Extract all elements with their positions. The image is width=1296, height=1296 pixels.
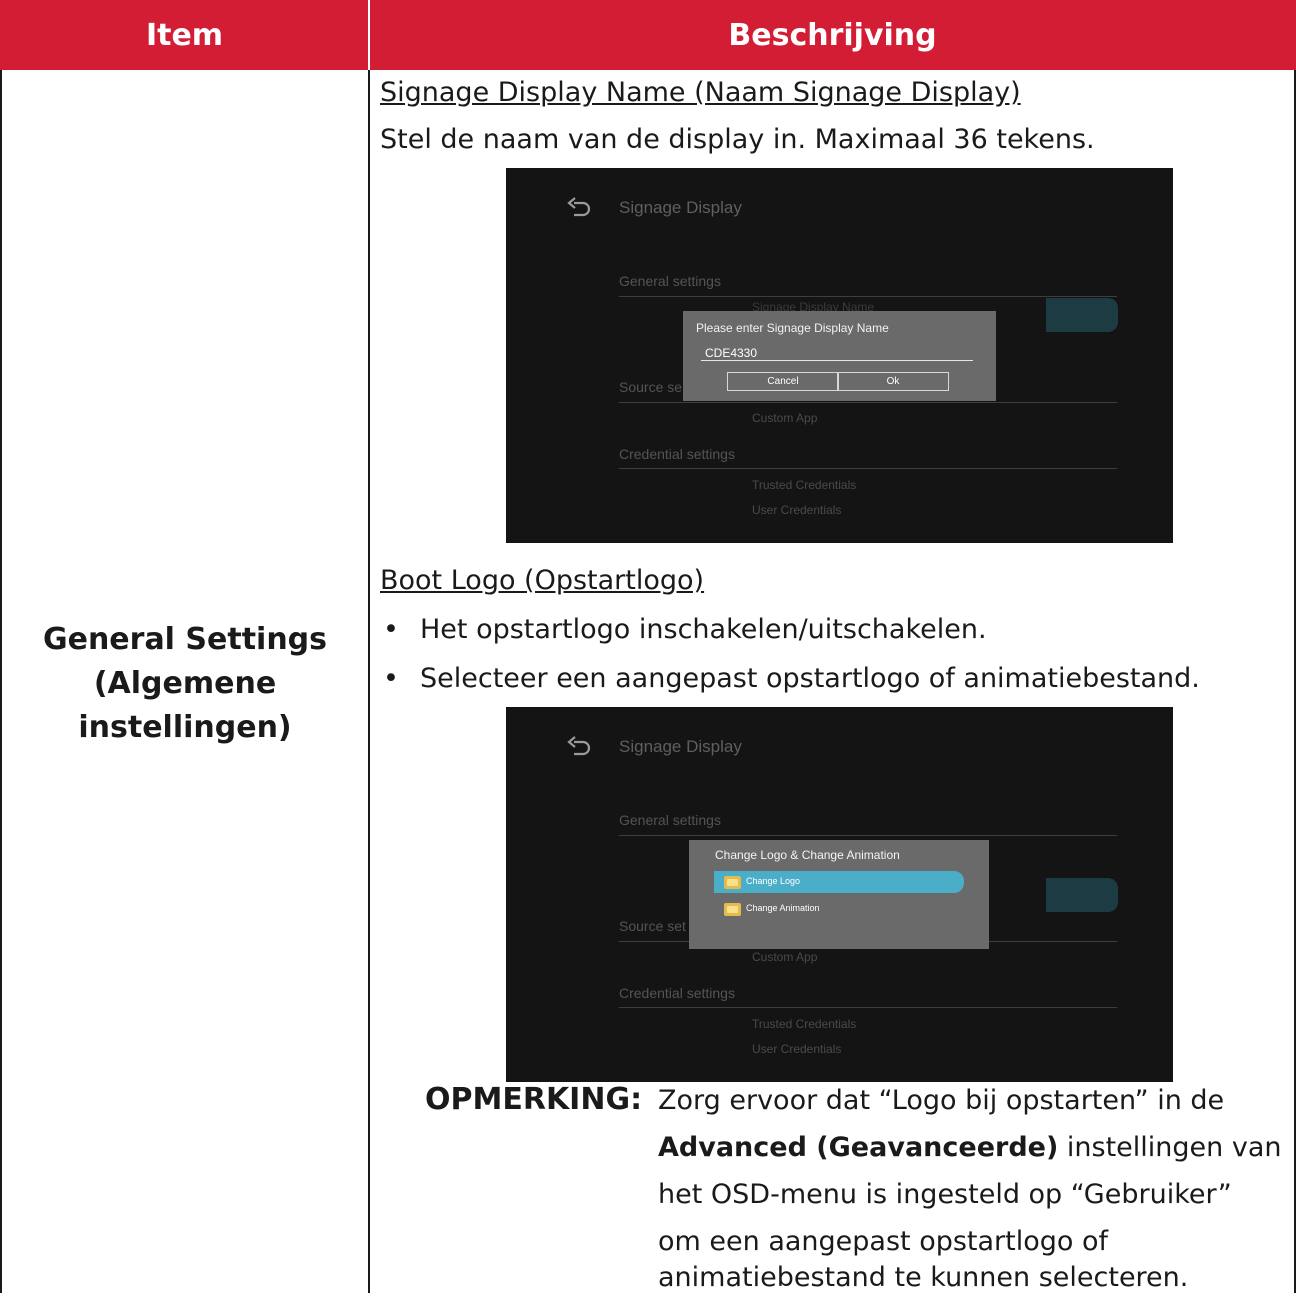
section-general-settings: General settings [619, 273, 721, 289]
section-text-display-name: Stel de naam van de display in. Maximaal… [380, 124, 1095, 155]
row-item-label: General Settings (Algemene instellingen) [2, 618, 368, 750]
ok-button[interactable]: Ok [837, 372, 949, 391]
change-logo-dialog: Change Logo & Change Animation Change Lo… [689, 840, 989, 949]
selected-item-highlight [1046, 298, 1118, 332]
divider [619, 1007, 1117, 1008]
row-item-line: (Algemene [93, 666, 277, 701]
dialog-title: Change Logo & Change Animation [715, 848, 900, 862]
name-entry-dialog: Please enter Signage Display Name CDE433… [683, 311, 996, 401]
section-heading-boot-logo: Boot Logo (Opstartlogo) [380, 565, 705, 596]
option-change-logo[interactable]: Change Logo [714, 871, 964, 893]
menu-item-custom-app: Custom App [752, 950, 818, 964]
selected-item-highlight [1046, 878, 1118, 912]
column-header-item: Item [145, 18, 224, 53]
note-line: om een aangepast opstartlogo of [658, 1226, 1109, 1257]
folder-icon [724, 876, 741, 889]
note-line: Advanced (Geavanceerde) instellingen van [658, 1130, 1281, 1166]
note-line: het OSD-menu is ingesteld op “Gebruiker” [658, 1179, 1232, 1210]
divider [619, 835, 1117, 836]
back-arrow-icon [567, 197, 591, 217]
section-source-settings: Source set [619, 918, 686, 934]
note-text: instellingen van [1058, 1132, 1282, 1163]
screenshot-boot-logo-dialog: Signage Display General settings Source … [506, 707, 1173, 1082]
option-label: Change Animation [746, 903, 820, 913]
note-line: animatiebestand te kunnen selecteren. [658, 1262, 1189, 1293]
section-credential-settings: Credential settings [619, 446, 735, 462]
menu-item-trusted-credentials: Trusted Credentials [752, 1017, 857, 1031]
section-general-settings: General settings [619, 812, 721, 828]
bullet-text: Selecteer een aangepast opstartlogo of a… [420, 663, 1200, 694]
menu-item-user-credentials: User Credentials [752, 503, 842, 517]
section-credential-settings: Credential settings [619, 985, 735, 1001]
note-line: Zorg ervoor dat “Logo bij opstarten” in … [658, 1085, 1225, 1116]
divider [619, 402, 1117, 403]
cancel-button[interactable]: Cancel [727, 372, 839, 391]
back-arrow-icon [567, 736, 591, 756]
menu-item-user-credentials: User Credentials [752, 1042, 842, 1056]
row-item-line: instellingen) [78, 710, 292, 745]
bullet-icon: • [383, 614, 399, 645]
screen-title: Signage Display [619, 198, 742, 217]
bullet-text: Het opstartlogo inschakelen/uitschakelen… [420, 614, 987, 645]
display-name-field[interactable]: CDE4330 [705, 346, 757, 360]
screenshot-display-name-dialog: Signage Display General settings Signage… [506, 168, 1173, 543]
section-heading-display-name: Signage Display Name (Naam Signage Displ… [380, 77, 1021, 108]
divider [619, 468, 1117, 469]
row-item-line: General Settings [42, 622, 328, 657]
menu-item-trusted-credentials: Trusted Credentials [752, 478, 857, 492]
table-column-divider [368, 70, 370, 1293]
section-source-settings: Source se [619, 379, 683, 395]
note-label: OPMERKING: [425, 1082, 643, 1117]
divider [619, 296, 1117, 297]
note-bold-text: Advanced (Geavanceerde) [658, 1132, 1059, 1163]
dialog-title: Please enter Signage Display Name [696, 321, 889, 335]
folder-icon [724, 903, 741, 916]
bullet-icon: • [383, 663, 399, 694]
option-change-animation[interactable]: Change Animation [714, 898, 964, 920]
menu-item-custom-app: Custom App [752, 411, 818, 425]
column-header-description: Beschrijving [728, 18, 937, 53]
option-label: Change Logo [746, 876, 801, 886]
screen-title: Signage Display [619, 737, 742, 756]
table-header: Item Beschrijving [0, 0, 1296, 70]
field-underline [701, 360, 973, 361]
